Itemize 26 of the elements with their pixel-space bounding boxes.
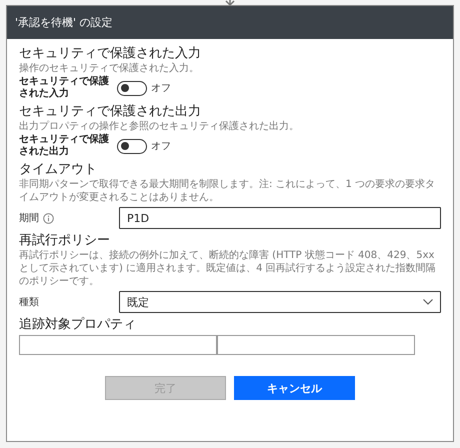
section-description: 非同期パターンで取得できる最大期間を制限します。注: これによって、1 つの要求の要求タイムアウトが変更されることはありません。 xyxy=(19,178,436,204)
connector-arrow-icon xyxy=(224,0,236,7)
chevron-down-icon xyxy=(423,299,433,305)
value-input[interactable] xyxy=(217,335,415,355)
field-label: 種類 xyxy=(19,296,39,309)
section-heading: タイムアウト xyxy=(19,161,97,178)
toggle-label: セキュリティで保護された出力 xyxy=(19,134,110,158)
section-description: 再試行ポリシーは、接続の例外に加えて、断続的な障害 (HTTP 状態コード 408、429、5xx として示されています) に適用されます。既定値は、4 回再試行するよう設定された指数間隔のポリシーです。 xyxy=(19,249,437,288)
info-icon[interactable] xyxy=(43,212,54,224)
toggle-state: オフ xyxy=(151,82,171,95)
section-heading: 追跡対象プロパティ xyxy=(19,316,136,333)
section-description: 操作のセキュリティで保護された入力。 xyxy=(19,62,200,75)
duration-input[interactable]: P1D xyxy=(119,207,441,229)
toggle-switch[interactable] xyxy=(117,138,147,154)
key-input[interactable] xyxy=(19,335,217,355)
toggle-state: オフ xyxy=(151,140,171,153)
panel-title: '承認を待機' の設定 xyxy=(15,15,113,30)
section-heading: 再試行ポリシー xyxy=(19,232,110,249)
type-dropdown[interactable]: 既定 xyxy=(119,291,441,313)
section-heading: セキュリティで保護された入力 xyxy=(19,45,201,62)
cancel-button[interactable]: キャンセル xyxy=(234,376,355,400)
toggle-switch[interactable] xyxy=(117,80,147,96)
section-description: 出力プロパティの操作と参照のセキュリティ保護された出力。 xyxy=(19,120,300,133)
toggle-label: セキュリティで保護された入力 xyxy=(19,76,110,100)
section-heading: セキュリティで保護された出力 xyxy=(19,103,201,120)
field-label: 期間 xyxy=(19,212,39,225)
